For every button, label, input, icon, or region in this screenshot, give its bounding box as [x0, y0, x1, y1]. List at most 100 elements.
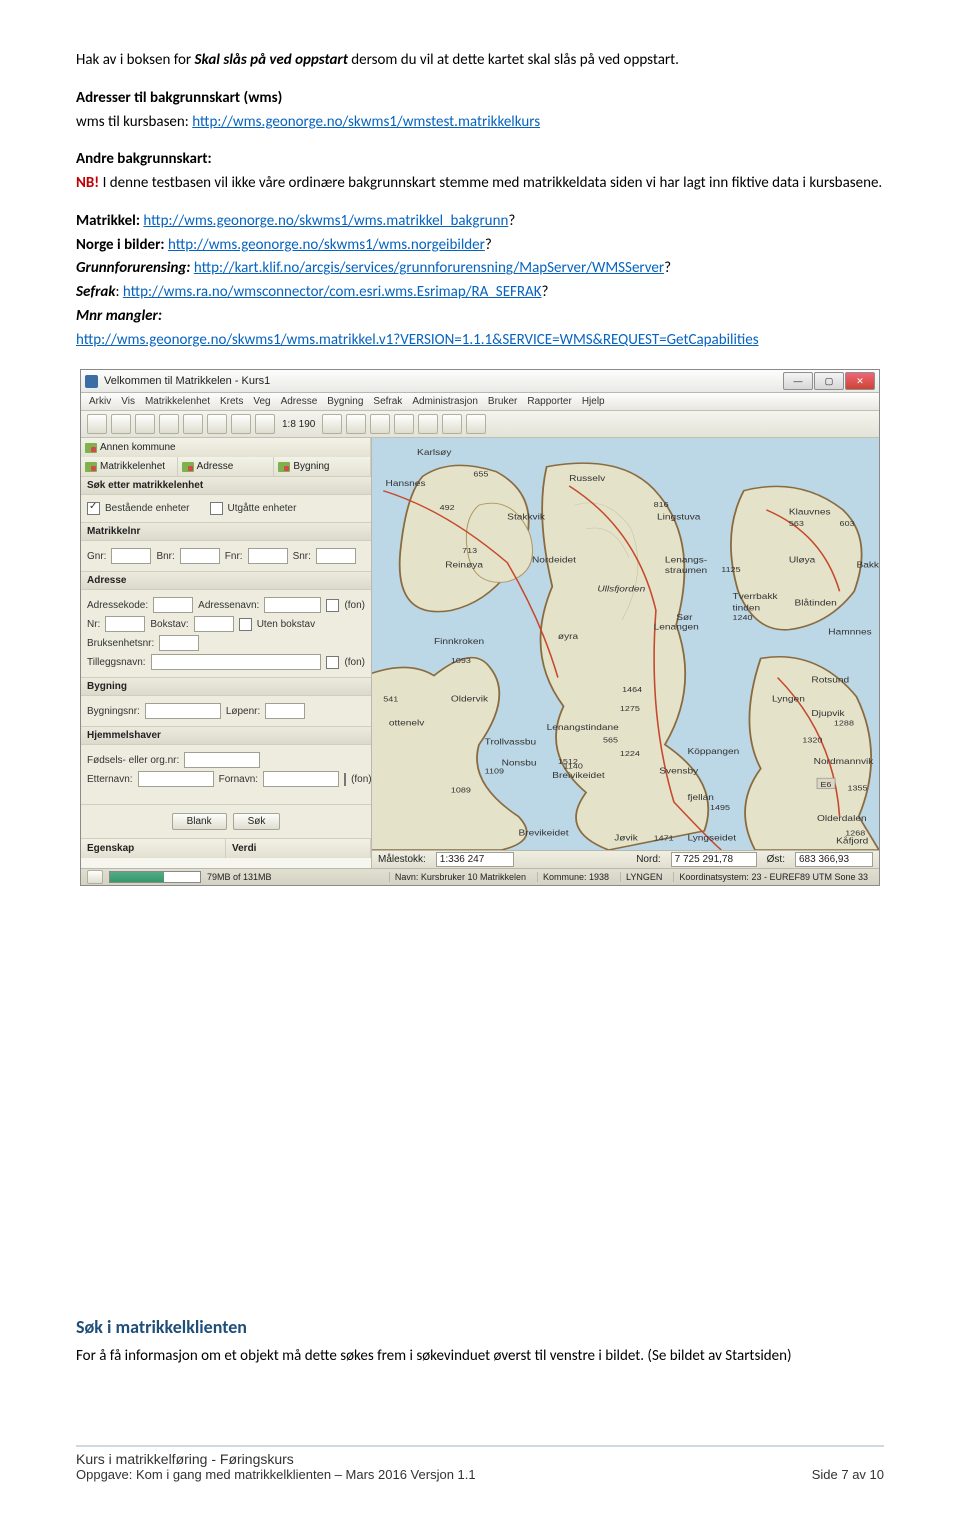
group-adresse: Adresse [81, 571, 371, 590]
chk-fon-2[interactable] [326, 656, 339, 669]
inp-bruks[interactable] [159, 635, 199, 651]
menu-adresse[interactable]: Adresse [281, 396, 318, 407]
side-tab-adresse[interactable]: Adresse [178, 457, 275, 476]
menu-vis[interactable]: Vis [121, 396, 135, 407]
inp-bnr[interactable] [180, 548, 220, 564]
menu-hjelp[interactable]: Hjelp [582, 396, 605, 407]
toolbar-btn[interactable] [183, 414, 203, 434]
toolbar-btn[interactable] [394, 414, 414, 434]
inp-adnavn[interactable] [264, 597, 321, 613]
chk-uten[interactable] [239, 618, 252, 631]
toolbar-btn[interactable] [207, 414, 227, 434]
map-label: 1464 [622, 685, 642, 694]
inp-bygnr[interactable] [145, 703, 221, 719]
toolbar-btn[interactable] [87, 414, 107, 434]
group-bygning: Bygning [81, 677, 371, 696]
menu-rapporter[interactable]: Rapporter [527, 396, 571, 407]
map-label: 1093 [451, 656, 471, 665]
link-matrikkel[interactable]: http://wms.geonorge.no/skwms1/wms.matrik… [143, 212, 508, 230]
map-label: fjellan [687, 792, 713, 802]
status-icon[interactable] [87, 870, 103, 884]
menu-veg[interactable]: Veg [253, 396, 270, 407]
blank-button[interactable]: Blank [172, 813, 227, 830]
side-tab-annen[interactable]: Annen kommune [81, 438, 371, 457]
map-label: Rotsund [811, 674, 849, 684]
inp-adkode[interactable] [153, 597, 193, 613]
wms-link-kursbasen[interactable]: http://wms.geonorge.no/skwms1/wmstest.ma… [192, 113, 540, 131]
menu-matrikkelenhet[interactable]: Matrikkelenhet [145, 396, 210, 407]
inp-tillegg[interactable] [151, 654, 322, 670]
map-label: Lenangstindane [547, 722, 619, 732]
inp-bokstav[interactable] [194, 616, 234, 632]
coord-nord: 7 725 291,78 [671, 852, 757, 867]
map-label: Tverrbakk [733, 591, 778, 601]
map-label: 1224 [620, 749, 640, 758]
inp-snr[interactable] [316, 548, 356, 564]
chk-fon-1[interactable] [326, 599, 339, 612]
toolbar-btn[interactable] [135, 414, 155, 434]
chk-bestaende[interactable]: ✓ [87, 502, 100, 515]
scale-value[interactable]: 1:336 247 [436, 852, 514, 867]
toolbar-scale[interactable]: 1:8 190 [279, 419, 318, 430]
toolbar-btn[interactable] [322, 414, 342, 434]
menu-krets[interactable]: Krets [220, 396, 243, 407]
map-label: Hansnes [386, 478, 426, 488]
coord-ost: 683 366,93 [795, 852, 873, 867]
link-mnr[interactable]: http://wms.geonorge.no/skwms1/wms.matrik… [76, 331, 759, 349]
map-label: 1471 [654, 833, 674, 842]
layer-icon [85, 443, 97, 453]
close-button[interactable]: ✕ [845, 372, 875, 390]
minimize-button[interactable]: — [783, 372, 813, 390]
map-label: Bakk [856, 559, 879, 569]
map-label: 1240 [733, 613, 753, 622]
layer-icon [278, 462, 290, 472]
toolbar-btn[interactable] [231, 414, 251, 434]
inp-gnr[interactable] [111, 548, 151, 564]
inp-nr[interactable] [105, 616, 145, 632]
side-tab-matrikkel[interactable]: Matrikkelenhet [81, 457, 178, 476]
map-label: Hamnnes [828, 626, 872, 636]
toolbar-btn[interactable] [442, 414, 462, 434]
footer-title: Kurs i matrikkelføring - Føringskurs [76, 1451, 884, 1467]
section-body-search: For å få informasjon om et objekt må det… [76, 1346, 884, 1368]
toolbar-btn[interactable] [466, 414, 486, 434]
link-grunn[interactable]: http://kart.klif.no/arcgis/services/grun… [194, 259, 664, 277]
chk-fon-3[interactable] [344, 773, 346, 786]
link-norge[interactable]: http://wms.geonorge.no/skwms1/wms.norgei… [168, 236, 485, 254]
inp-etter[interactable] [138, 771, 214, 787]
map-label: 1125 [721, 565, 741, 574]
search-button[interactable]: Søk [233, 813, 281, 830]
map-view[interactable]: KarlsøyHansnes655492RusselvStakkvik713Re… [372, 438, 879, 850]
map-label: Uløya [789, 555, 816, 565]
inp-fnr[interactable] [248, 548, 288, 564]
menu-sefrak[interactable]: Sefrak [373, 396, 402, 407]
map-label: Stakkvik [507, 511, 545, 521]
map-statusbar: Målestokk: 1:336 247 Nord: 7 725 291,78 … [372, 850, 879, 868]
toolbar-btn[interactable] [111, 414, 131, 434]
toolbar-btn[interactable] [346, 414, 366, 434]
side-tabs-upper: Annen kommune [81, 438, 371, 457]
map-label: 713 [462, 546, 477, 555]
inp-lopenr[interactable] [265, 703, 305, 719]
link-sefrak[interactable]: http://wms.ra.no/wmsconnector/com.esri.w… [123, 283, 542, 301]
inp-fods[interactable] [184, 752, 260, 768]
menu-bruker[interactable]: Bruker [488, 396, 517, 407]
side-tab-bygning[interactable]: Bygning [274, 457, 371, 476]
toolbar-btn[interactable] [370, 414, 390, 434]
toolbar-btn[interactable] [418, 414, 438, 434]
inp-fornavn[interactable] [263, 771, 339, 787]
map-label: Lyngen [772, 693, 805, 703]
map-label: 1355 [847, 784, 867, 793]
toolbar-btn[interactable] [159, 414, 179, 434]
maximize-button[interactable]: ▢ [814, 372, 844, 390]
wms-line: wms til kursbasen: http://wms.geonorge.n… [76, 112, 884, 134]
menu-arkiv[interactable]: Arkiv [89, 396, 111, 407]
chk-utgatte[interactable] [210, 502, 223, 515]
toolbar: 1:8 190 [81, 411, 879, 438]
menu-administrasjon[interactable]: Administrasjon [412, 396, 478, 407]
section-heading-search: Søk i matrikkelklienten [76, 1316, 884, 1339]
menu-bygning[interactable]: Bygning [327, 396, 363, 407]
map-label: 541 [383, 694, 398, 703]
toolbar-btn[interactable] [255, 414, 275, 434]
map-label: Köppangen [687, 746, 739, 756]
